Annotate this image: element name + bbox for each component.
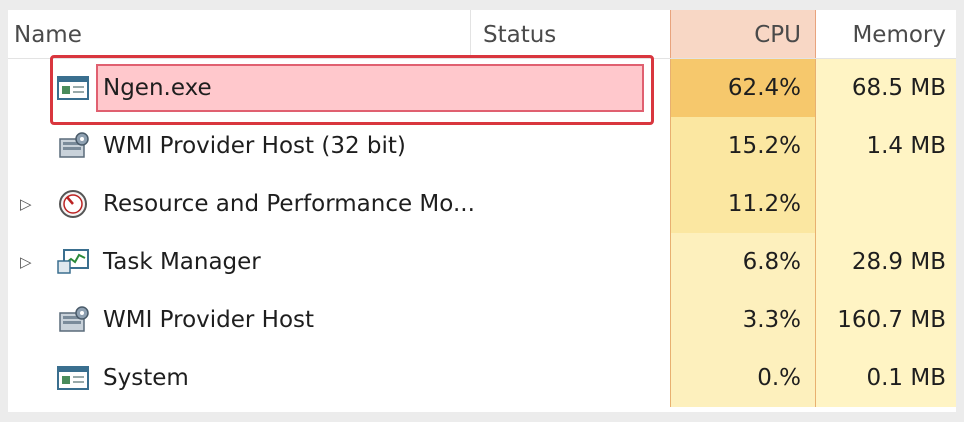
- column-header-row: Name Status CPU Memory: [8, 10, 956, 59]
- process-row[interactable]: ▷ Task Manager 6.8% 28.9 MB: [8, 233, 956, 291]
- process-cpu: 6.8%: [670, 233, 816, 291]
- column-header-status[interactable]: Status: [470, 10, 670, 58]
- process-memory: 1.4 MB: [816, 117, 956, 175]
- process-cpu: 11.2%: [670, 175, 816, 233]
- expand-arrow-icon[interactable]: ▷: [20, 233, 40, 291]
- process-row[interactable]: System 0.% 0.1 MB: [8, 349, 956, 407]
- process-row[interactable]: Ngen.exe 62.4% 68.5 MB: [8, 59, 956, 117]
- process-memory: [816, 175, 956, 233]
- process-memory: 0.1 MB: [816, 349, 956, 407]
- column-header-cpu[interactable]: CPU: [670, 10, 816, 58]
- column-header-name[interactable]: Name: [14, 10, 464, 58]
- expand-arrow-icon: [20, 117, 40, 175]
- process-name: Ngen.exe: [103, 75, 212, 101]
- process-name: System: [103, 365, 189, 391]
- process-memory: 28.9 MB: [816, 233, 956, 291]
- expand-arrow-icon: [20, 349, 40, 407]
- process-row[interactable]: WMI Provider Host 3.3% 160.7 MB: [8, 291, 956, 349]
- task-manager-icon: [57, 249, 89, 274]
- process-name: Task Manager: [103, 249, 261, 275]
- expand-arrow-icon: [20, 291, 40, 349]
- process-cpu: 62.4%: [670, 59, 816, 117]
- column-header-memory[interactable]: Memory: [816, 10, 956, 58]
- wmi-service-icon: [59, 306, 89, 332]
- process-name: Resource and Performance Mo...: [103, 191, 475, 217]
- process-cpu: 0.%: [670, 349, 816, 407]
- expand-arrow-icon: [20, 59, 40, 117]
- process-row[interactable]: WMI Provider Host (32 bit) 15.2% 1.4 MB: [8, 117, 956, 175]
- process-cpu: 3.3%: [670, 291, 816, 349]
- process-memory: 68.5 MB: [816, 59, 956, 117]
- wmi-service-icon: [59, 132, 89, 158]
- process-list: Ngen.exe 62.4% 68.5 MB WMI Provider Host…: [8, 59, 956, 407]
- expand-arrow-icon[interactable]: ▷: [20, 175, 40, 233]
- screenshot-frame: Name Status CPU Memory Ngen.exe 62.4% 68…: [0, 0, 964, 422]
- process-name: WMI Provider Host (32 bit): [103, 133, 406, 159]
- task-manager-processes-panel: Name Status CPU Memory Ngen.exe 62.4% 68…: [8, 10, 956, 412]
- process-cpu: 15.2%: [670, 117, 816, 175]
- process-row[interactable]: ▷ Resource and Performance Mo... 11.2%: [8, 175, 956, 233]
- app-window-icon: [57, 76, 89, 100]
- process-memory: 160.7 MB: [816, 291, 956, 349]
- app-window-icon: [57, 366, 89, 390]
- resource-monitor-icon: [59, 190, 87, 218]
- process-name: WMI Provider Host: [103, 307, 315, 333]
